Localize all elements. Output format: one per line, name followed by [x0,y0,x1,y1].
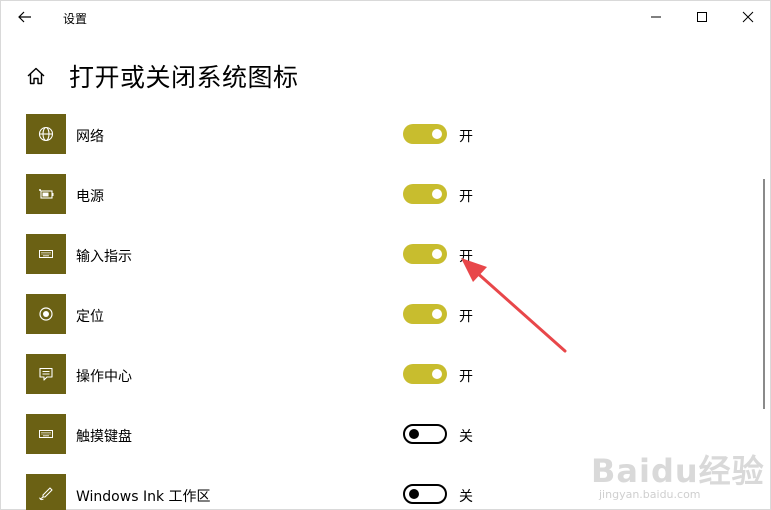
toggle-knob [432,249,442,259]
keyboard-icon [39,430,53,438]
action-center-tile [26,354,66,394]
input-indicator-toggle[interactable] [403,244,447,264]
home-icon [27,67,45,85]
location-icon [39,307,53,321]
state-label: 关 [459,489,473,505]
toggle-knob [409,429,419,439]
back-button[interactable] [11,5,39,29]
item-label: 输入指示 [76,249,132,265]
item-label: 定位 [76,309,104,325]
maximize-button[interactable] [679,1,725,33]
close-button[interactable] [725,1,771,33]
windows-ink-toggle[interactable] [403,484,447,504]
battery-icon [39,189,54,199]
location-toggle[interactable] [403,304,447,324]
list-item-network: 网络 开 [26,114,506,154]
list-item-input-indicator: 输入指示 开 [26,234,506,274]
toggle-knob [432,369,442,379]
minimize-button[interactable] [633,1,679,33]
toggle-knob [432,189,442,199]
touch-keyboard-toggle[interactable] [403,424,447,444]
toggle-knob [432,309,442,319]
action-center-icon [39,367,53,381]
toggle-knob [409,489,419,499]
network-tile [26,114,66,154]
toggle-knob [432,129,442,139]
item-label: 电源 [76,189,104,205]
list-item-location: 定位 开 [26,294,506,334]
power-tile [26,174,66,214]
state-label: 开 [459,249,473,265]
item-label: 网络 [76,129,104,145]
watermark: Baidu经验 jingyan.baidu.com [591,426,764,506]
scrollbar-thumb[interactable] [763,179,765,409]
list-item-touch-keyboard: 触摸键盘 关 [26,414,506,454]
settings-window: 设置 打开或关闭系统图标 网络 开 电源 开 输入指示 开 定位 开 操作中心 … [0,0,771,510]
network-toggle[interactable] [403,124,447,144]
watermark-url: jingyan.baidu.com [599,488,701,501]
state-label: 开 [459,129,473,145]
input-indicator-tile [26,234,66,274]
item-label: Windows Ink 工作区 [76,489,211,505]
state-label: 开 [459,189,473,205]
maximize-icon [697,12,707,22]
list-item-power: 电源 开 [26,174,506,214]
home-button[interactable] [23,63,49,89]
globe-icon [38,126,54,142]
window-title: 设置 [63,12,88,26]
item-label: 触摸键盘 [76,429,132,445]
power-toggle[interactable] [403,184,447,204]
action-center-toggle[interactable] [403,364,447,384]
watermark-logo: Baidu经验 [591,452,765,490]
minimize-icon [651,16,661,18]
list-item-windows-ink: Windows Ink 工作区 关 [26,474,506,510]
title-bar: 设置 [1,1,771,33]
pen-icon [38,487,53,501]
location-tile [26,294,66,334]
windows-ink-tile [26,474,66,510]
keyboard-icon [39,250,53,258]
back-arrow-icon [18,11,31,23]
touch-keyboard-tile [26,414,66,454]
list-item-action-center: 操作中心 开 [26,354,506,394]
close-icon [742,11,754,23]
state-label: 开 [459,309,473,325]
state-label: 开 [459,369,473,385]
page-title: 打开或关闭系统图标 [69,63,299,92]
item-label: 操作中心 [76,369,132,385]
state-label: 关 [459,429,473,445]
